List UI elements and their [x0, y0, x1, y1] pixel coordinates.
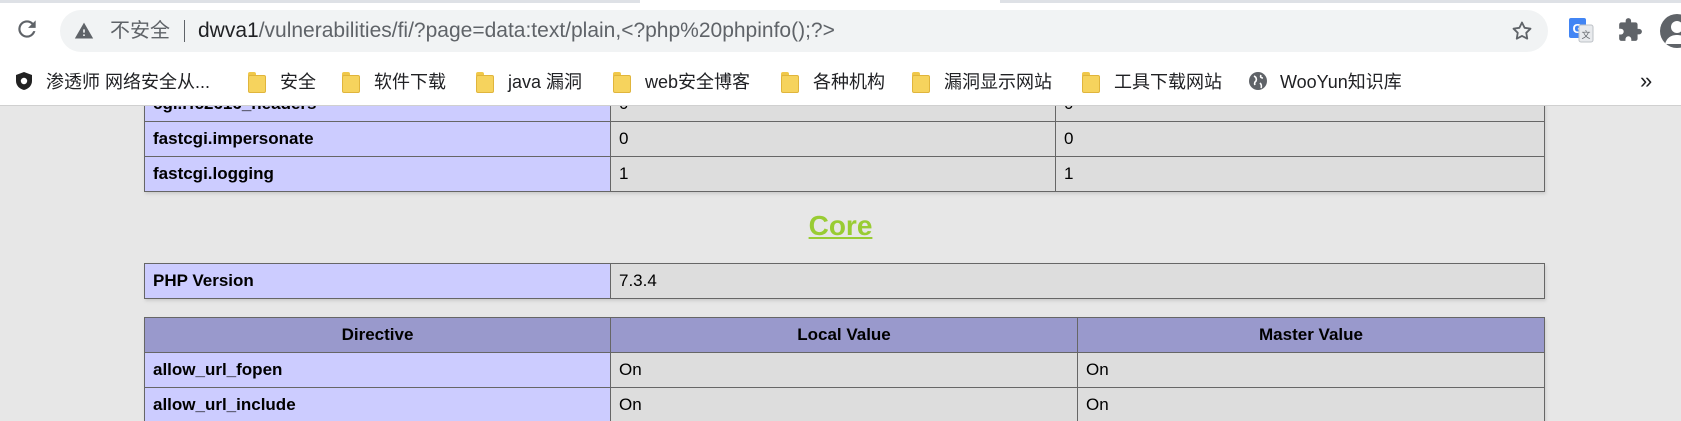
bookmark-star-icon[interactable]: [1510, 19, 1534, 43]
table-row: fastcgi.impersonate 0 0: [144, 121, 1545, 157]
address-bar[interactable]: 不安全 dwva1/vulnerabilities/fi/?page=data:…: [60, 10, 1548, 52]
shield-logo-icon: [16, 72, 32, 90]
bookmark-folder-item[interactable]: web安全博客: [613, 62, 750, 100]
column-header-local-value: Local Value: [610, 317, 1078, 353]
separator: [184, 20, 185, 42]
directive-name: fastcgi.logging: [144, 156, 611, 192]
master-value: 1: [1055, 156, 1545, 192]
google-translate-icon[interactable]: G 文: [1568, 17, 1594, 43]
extensions-puzzle-icon[interactable]: [1617, 17, 1643, 43]
php-version-table: PHP Version 7.3.4: [144, 263, 1545, 299]
table-row: allow_url_fopen On On: [144, 352, 1545, 388]
bookmark-folder-item[interactable]: 软件下载: [342, 62, 446, 100]
bookmark-label: WooYun知识库: [1280, 72, 1402, 92]
directive-name: fastcgi.impersonate: [144, 121, 611, 157]
security-label[interactable]: 不安全: [110, 10, 170, 52]
warning-icon[interactable]: [74, 21, 94, 41]
php-version-value: 7.3.4: [610, 263, 1545, 299]
bookmark-folder-item[interactable]: 工具下载网站: [1082, 62, 1222, 100]
url-text[interactable]: dwva1/vulnerabilities/fi/?page=data:text…: [198, 10, 835, 52]
core-directives-table: Directive Local Value Master Value allow…: [144, 317, 1545, 421]
bookmark-folder-item[interactable]: java 漏洞: [476, 62, 582, 100]
bookmarks-bar: 渗透师 网络安全从... 安全 软件下载 java 漏洞 web安全博客 各种机…: [0, 62, 1681, 100]
bookmark-folder-item[interactable]: 各种机构: [781, 62, 885, 100]
local-value: 1: [610, 156, 1056, 192]
directive-name: allow_url_include: [144, 387, 611, 421]
bookmark-label: 工具下载网站: [1114, 72, 1222, 92]
table-row: fastcgi.logging 1 1: [144, 156, 1545, 192]
tab-strip-edge: [0, 0, 1681, 3]
column-header-directive: Directive: [144, 317, 611, 353]
bookmark-label: java 漏洞: [508, 72, 583, 92]
bookmark-folder-item[interactable]: 漏洞显示网站: [912, 62, 1052, 100]
master-value: 0: [1055, 106, 1545, 122]
globe-icon: [1249, 72, 1267, 90]
local-value: 0: [610, 121, 1056, 157]
table-header-row: Directive Local Value Master Value: [144, 317, 1545, 353]
bookmark-label: web安全博客: [645, 72, 751, 92]
url-path: /vulnerabilities/fi/?page=data:text/plai…: [258, 19, 835, 42]
bookmark-label: 渗透师 网络安全从...: [46, 72, 211, 92]
profile-avatar[interactable]: [1660, 14, 1681, 48]
person-icon: [1665, 21, 1681, 44]
local-value: 0: [610, 106, 1056, 122]
bookmarks-overflow-button[interactable]: »: [1640, 62, 1652, 100]
phpinfo-page: cgi.rfc2616_headers 0 0 fastcgi.imperson…: [0, 106, 1681, 421]
folder-icon: [613, 72, 631, 93]
folder-icon: [476, 72, 494, 93]
folder-icon: [1082, 72, 1100, 93]
directive-name: cgi.rfc2616_headers: [144, 106, 611, 122]
master-value: On: [1077, 387, 1545, 421]
php-version-label: PHP Version: [144, 263, 611, 299]
directive-name: allow_url_fopen: [144, 352, 611, 388]
folder-icon: [912, 72, 930, 93]
url-host: dwva1: [198, 19, 259, 42]
master-value: 0: [1055, 121, 1545, 157]
table-row: allow_url_include On On: [144, 387, 1545, 421]
core-section-heading: Core: [0, 210, 1681, 242]
bookmark-label: 漏洞显示网站: [944, 72, 1052, 92]
bookmark-item[interactable]: 渗透师 网络安全从...: [14, 62, 210, 100]
table-row: PHP Version 7.3.4: [144, 263, 1545, 299]
folder-icon: [248, 72, 266, 93]
bookmark-label: 软件下载: [374, 72, 446, 92]
core-heading-link[interactable]: Core: [809, 210, 873, 241]
folder-icon: [781, 72, 799, 93]
table-row: cgi.rfc2616_headers 0 0: [144, 106, 1545, 122]
column-header-master-value: Master Value: [1077, 317, 1545, 353]
bookmark-item[interactable]: WooYun知识库: [1248, 62, 1402, 100]
folder-icon: [342, 72, 360, 93]
bookmark-label: 各种机构: [813, 72, 885, 92]
svg-text:文: 文: [1581, 29, 1590, 41]
local-value: On: [610, 352, 1078, 388]
fastcgi-directives-table: cgi.rfc2616_headers 0 0 fastcgi.imperson…: [144, 106, 1545, 192]
bookmark-folder-item[interactable]: 安全: [248, 62, 316, 100]
browser-chrome: 不安全 dwva1/vulnerabilities/fi/?page=data:…: [0, 0, 1681, 106]
master-value: On: [1077, 352, 1545, 388]
bookmark-label: 安全: [280, 72, 316, 92]
reload-icon[interactable]: [14, 16, 40, 42]
local-value: On: [610, 387, 1078, 421]
